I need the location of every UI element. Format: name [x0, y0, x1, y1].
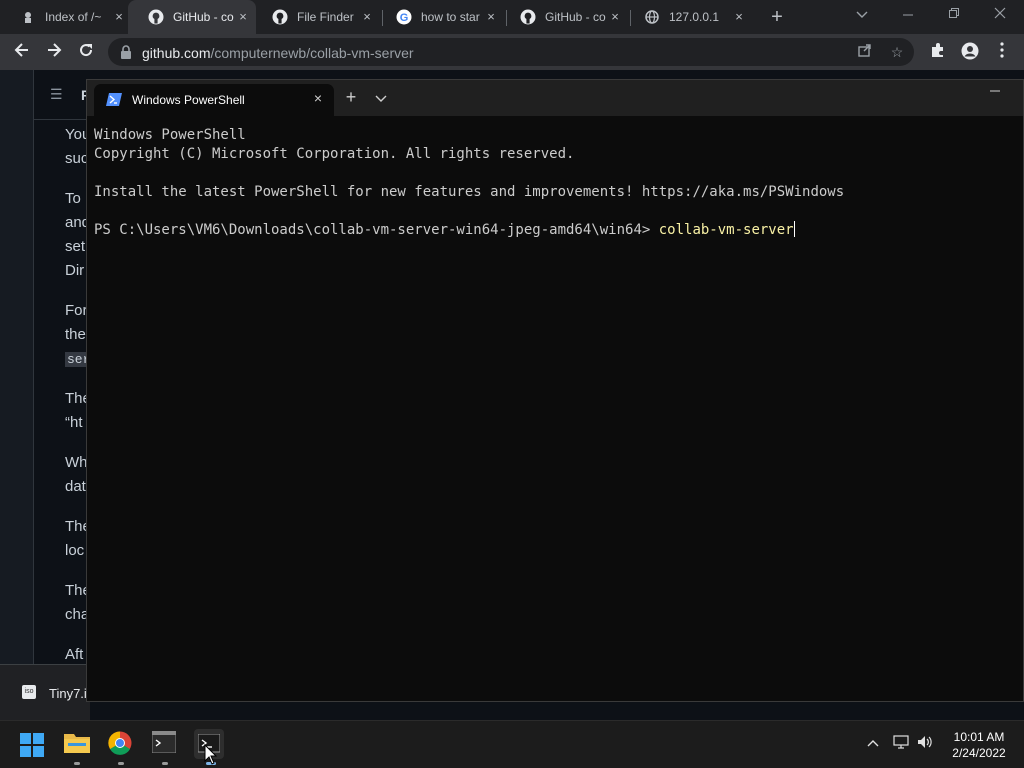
browser-tab-file-finder[interactable]: File Finder × [252, 0, 380, 34]
file-explorer-icon[interactable] [64, 731, 90, 757]
browser-tab-localhost[interactable]: 127.0.0.1 × [624, 0, 752, 34]
browser-tab-google[interactable]: G how to star × [376, 0, 504, 34]
taskbar: 10:01 AM 2/24/2022 [0, 720, 1024, 768]
tab-label: File Finder [297, 10, 354, 24]
reload-icon[interactable] [76, 42, 96, 62]
terminal-prompt: PS C:\Users\VM6\Downloads\collab-vm-serv… [94, 222, 659, 238]
tab-close-icon[interactable]: × [732, 10, 746, 24]
terminal-line: Install the latest PowerShell for new fe… [94, 184, 845, 200]
back-arrow-icon[interactable] [12, 42, 32, 62]
terminal-dropdown-chevron-icon[interactable] [375, 90, 389, 104]
terminal-prompt-line[interactable]: PS C:\Users\VM6\Downloads\collab-vm-serv… [94, 221, 844, 240]
browser-tab-strip: Index of /~ × GitHub - co × File Finder … [0, 0, 1024, 34]
browser-tab-github-2[interactable]: GitHub - co × [500, 0, 628, 34]
bookmark-star-icon[interactable]: ☆ [888, 43, 906, 61]
tab-label: GitHub - co [545, 10, 606, 24]
github-icon [272, 9, 288, 25]
url-path: /computernewb/collab-vm-server [210, 45, 414, 61]
browser-menu-icon[interactable] [992, 42, 1012, 62]
globe-icon [644, 9, 660, 25]
readme-text-fragment: Dir [65, 262, 85, 279]
running-indicator [118, 762, 124, 765]
terminal-window: Windows PowerShell × + Windows PowerShel… [86, 79, 1024, 702]
new-tab-button[interactable]: + [768, 7, 786, 27]
clock-time[interactable]: 10:01 AM [944, 730, 1014, 744]
browser-toolbar: github.com/computernewb/collab-vm-server… [0, 34, 1024, 70]
readme-header: ☰ R [34, 70, 94, 120]
index-icon [20, 9, 36, 25]
tab-label: how to star [421, 10, 480, 24]
divider [33, 70, 34, 720]
terminal-minimize-icon[interactable] [989, 84, 1001, 100]
terminal-titlebar[interactable]: Windows PowerShell × + [87, 80, 1023, 116]
readme-text-fragment: To [65, 190, 81, 207]
tab-close-icon[interactable]: × [608, 10, 622, 24]
download-bar-item[interactable]: iso Tiny7.i [0, 664, 90, 720]
powershell-icon [106, 93, 122, 106]
forward-arrow-icon[interactable] [44, 42, 64, 62]
command-prompt-icon[interactable] [151, 730, 178, 757]
readme-text-fragment: loc [65, 542, 85, 559]
running-indicator [162, 762, 168, 765]
tab-label: Index of /~ [45, 10, 102, 24]
profile-avatar-icon[interactable] [960, 42, 980, 62]
download-file-name: Tiny7.i [49, 686, 87, 701]
extensions-puzzle-icon[interactable] [928, 42, 948, 62]
url-host: github.com [142, 45, 211, 61]
readme-text-fragment: set [65, 238, 86, 255]
file-icon: iso [22, 685, 36, 699]
running-indicator [74, 762, 80, 765]
address-bar[interactable]: github.com/computernewb/collab-vm-server… [108, 38, 914, 66]
chrome-icon[interactable] [108, 731, 134, 757]
readme-text-fragment: the [65, 326, 86, 343]
share-icon[interactable] [856, 43, 874, 61]
volume-icon[interactable] [916, 735, 934, 752]
terminal-line: Windows PowerShell [94, 127, 246, 143]
tab-close-icon[interactable]: × [360, 10, 374, 24]
window-close-icon[interactable] [990, 6, 1010, 22]
show-hidden-icons-chevron-icon[interactable] [864, 735, 882, 750]
windows-start-icon[interactable] [20, 733, 46, 759]
address-url: github.com/computernewb/collab-vm-server [142, 45, 414, 61]
terminal-tab-close-icon[interactable]: × [310, 90, 326, 106]
terminal-output[interactable]: Windows PowerShell Copyright (C) Microsof… [94, 126, 844, 240]
svg-text:G: G [400, 12, 409, 24]
browser-tab-github-active[interactable]: GitHub - co × [128, 0, 256, 34]
readme-text-fragment: dat [65, 478, 86, 495]
tab-close-icon[interactable]: × [112, 10, 126, 24]
github-icon [520, 9, 536, 25]
readme-text-fragment: “ht [65, 414, 83, 431]
tab-search-icon[interactable] [856, 8, 868, 22]
github-icon [148, 9, 164, 25]
window-minimize-icon[interactable] [898, 6, 918, 22]
readme-text-fragment: Aft [65, 646, 84, 663]
terminal-tab-title: Windows PowerShell [132, 93, 245, 107]
tab-close-icon[interactable]: × [484, 10, 498, 24]
page-left-gutter [0, 70, 34, 664]
table-of-contents-icon[interactable]: ☰ [50, 86, 63, 103]
terminal-new-tab-button[interactable]: + [342, 88, 360, 106]
tab-label: 127.0.0.1 [669, 10, 720, 24]
tab-label: GitHub - co [173, 10, 234, 24]
window-restore-icon[interactable] [944, 6, 964, 22]
mouse-pointer-icon [204, 743, 218, 766]
terminal-command-input[interactable]: collab-vm-server [659, 222, 794, 238]
browser-tab-index[interactable]: Index of /~ × [0, 0, 132, 34]
terminal-tab-powershell[interactable]: Windows PowerShell × [94, 84, 334, 116]
google-icon: G [396, 9, 412, 25]
tab-close-icon[interactable]: × [236, 10, 250, 24]
clock-date[interactable]: 2/24/2022 [944, 746, 1014, 760]
readme-text-fragment: For [65, 302, 88, 319]
lock-icon[interactable] [120, 45, 134, 59]
readme-text-fragment: Wh [65, 454, 88, 471]
readme-text-fragment: suc [65, 150, 89, 167]
terminal-line: Copyright (C) Microsoft Corporation. All… [94, 146, 575, 162]
network-icon[interactable] [892, 735, 910, 752]
text-cursor [793, 221, 795, 237]
